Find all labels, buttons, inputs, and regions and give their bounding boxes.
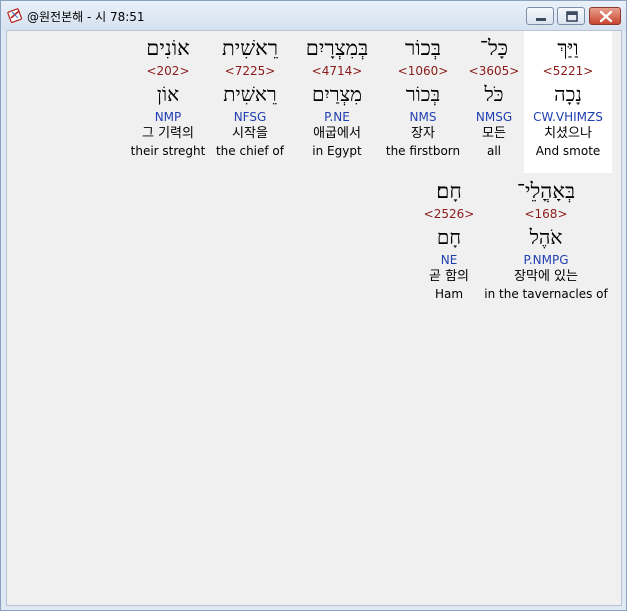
hebrew-word: חָם׃ — [436, 179, 462, 203]
strongs-number[interactable]: <5221> — [524, 63, 612, 79]
english-gloss: their streght — [130, 144, 206, 158]
hebrew-lemma: אוֹן — [156, 82, 180, 106]
korean-gloss: 장막에 있는 — [514, 269, 578, 284]
word-cell[interactable]: אוֹנִים <202> אוֹן NMP 그 기력의 their streght — [127, 31, 209, 163]
hebrew-word: כָּל־ — [479, 36, 509, 60]
korean-gloss: 애굽에서 — [313, 126, 361, 141]
window-title: @원전본해 - 시 78:51 — [27, 10, 145, 24]
maximize-icon — [566, 11, 578, 22]
hebrew-word: וַיַּךְ — [557, 36, 579, 60]
bible-app-icon — [7, 8, 23, 23]
english-gloss: in the tavernacles of — [484, 287, 608, 301]
hebrew-word: בְּכוֹר — [404, 36, 442, 60]
strongs-number[interactable]: <202> — [127, 63, 209, 79]
maximize-button[interactable] — [557, 7, 585, 25]
verse-display: וַיַּךְ <5221> נָכָה CW.VHIMZS 치셨으나 And smote… — [6, 30, 622, 606]
word-cell[interactable]: בְּמִצְרָיִם <4714> מִצְרַיִם P.NE 애굽에서 in Eg… — [292, 31, 382, 163]
app-window: @원전본해 - 시 78:51 וַיַּךְ <5221> נָכָה CW.VHI… — [0, 0, 627, 611]
parsing-code: NMP — [154, 110, 182, 124]
minimize-button[interactable] — [526, 7, 554, 25]
strongs-number[interactable]: <2526> — [414, 206, 484, 222]
english-gloss: Ham — [434, 287, 464, 301]
strongs-number[interactable]: <168> — [482, 206, 610, 222]
english-gloss: the chief of — [215, 144, 285, 158]
hebrew-word: רֵאשִׁית — [221, 36, 279, 60]
strongs-number[interactable]: <4714> — [292, 63, 382, 79]
hebrew-lemma: כֹּל — [484, 82, 504, 106]
word-cell[interactable]: רֵאשִׁית <7225> רֵאשִׁית NFSG 시작을 the chief o… — [210, 31, 290, 163]
parsing-code: NMSG — [475, 110, 513, 124]
title-bar[interactable]: @원전본해 - 시 78:51 — [1, 1, 626, 30]
strongs-number[interactable]: <3605> — [464, 63, 524, 79]
hebrew-word: אוֹנִים — [146, 36, 190, 60]
hebrew-lemma: חָם — [436, 225, 462, 249]
hebrew-lemma: מִצְרַיִם — [312, 82, 362, 106]
parsing-code: P.NMPG — [523, 253, 569, 267]
minimize-icon — [536, 18, 546, 21]
strongs-number[interactable]: <7225> — [210, 63, 290, 79]
hebrew-lemma: בְּכוֹר — [405, 82, 441, 106]
parsing-code: P.NE — [324, 110, 350, 124]
korean-gloss: 치셨으나 — [544, 126, 592, 141]
english-gloss: And smote — [535, 144, 601, 158]
korean-gloss: 장자 — [411, 126, 435, 141]
english-gloss: the firstborn — [385, 144, 461, 158]
korean-gloss: 그 기력의 — [142, 126, 194, 141]
close-icon — [599, 10, 613, 23]
word-cell[interactable]: בְּכוֹר <1060> בְּכוֹר NMS 장자 the firstborn — [381, 31, 465, 163]
parsing-code: NFSG — [233, 110, 267, 124]
close-button[interactable] — [589, 7, 621, 25]
english-gloss: all — [486, 144, 502, 158]
korean-gloss: 곧 함의 — [428, 269, 469, 284]
word-cell[interactable]: וַיַּךְ <5221> נָכָה CW.VHIMZS 치셨으나 And smote — [524, 31, 612, 173]
english-gloss: in Egypt — [312, 144, 362, 158]
word-cell[interactable]: חָם׃ <2526> חָם NE 곧 함의 Ham — [414, 174, 484, 306]
hebrew-lemma: רֵאשִׁית — [223, 82, 277, 106]
hebrew-word: בְּמִצְרָיִם — [305, 36, 369, 60]
parsing-code: NE — [440, 253, 458, 267]
parsing-code: NMS — [409, 110, 437, 124]
parsing-code: CW.VHIMZS — [533, 110, 603, 124]
korean-gloss: 모든 — [482, 126, 506, 141]
word-cell[interactable]: כָּל־ <3605> כֹּל NMSG 모든 all — [464, 31, 524, 163]
hebrew-word: בְּאָהֳלֵי־ — [516, 179, 576, 203]
hebrew-lemma: נָכָה — [554, 82, 582, 106]
word-cell[interactable]: בְּאָהֳלֵי־ <168> אֹהֶל P.NMPG 장막에 있는 in the … — [482, 174, 610, 306]
korean-gloss: 시작을 — [232, 126, 268, 141]
hebrew-lemma: אֹהֶל — [529, 225, 563, 249]
strongs-number[interactable]: <1060> — [381, 63, 465, 79]
